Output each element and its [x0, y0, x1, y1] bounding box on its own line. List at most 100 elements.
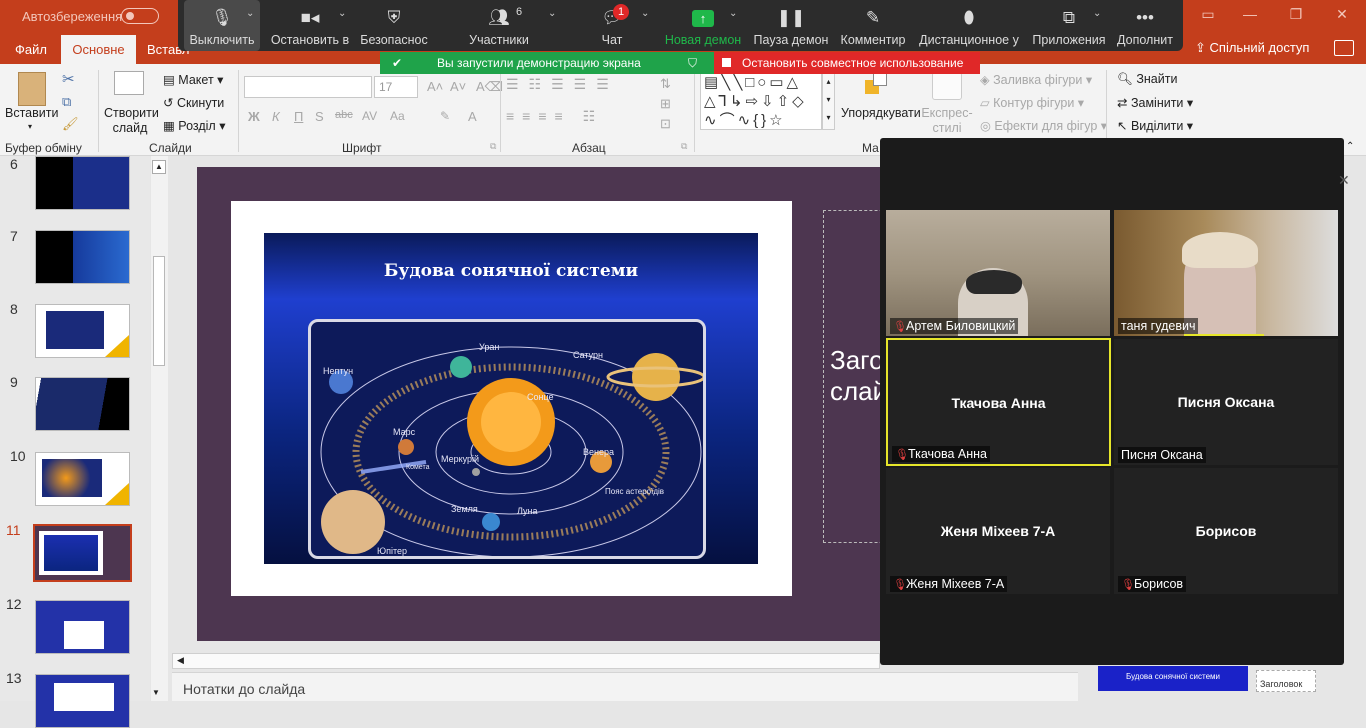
list-buttons-row[interactable]: ☰☷☰☰☰ [506, 76, 619, 93]
maximize-icon[interactable]: ❐ [1284, 6, 1308, 26]
chevron-up-icon[interactable]: ⌄ [338, 8, 346, 19]
mute-label: Выключить [189, 33, 255, 47]
video-tile[interactable]: таня гудевич [1114, 210, 1338, 336]
shapes-gallery[interactable]: ▤╲╲□○▭△ △⅂↳⇨⇩⇧◇ ∿⌒∿{}☆ [700, 72, 822, 130]
mic-off-icon: 🎙︎ [893, 321, 907, 333]
slide-thumbnail[interactable] [35, 304, 130, 358]
cut-icon[interactable]: ✂ [62, 70, 75, 88]
stop-share-label: Остановить совместное использование [742, 56, 964, 70]
thumbnail-scrollbar[interactable]: ▲ ▼ [151, 156, 168, 701]
pin-icon[interactable]: ✔ [392, 52, 402, 74]
video-tile[interactable]: Борисов 🎙︎Борисов [1114, 468, 1338, 594]
chevron-up-icon[interactable]: ⌄ [548, 8, 556, 19]
clear-format-icon[interactable]: A⌫ [476, 79, 503, 95]
section-button[interactable]: ▦ Розділ ▾ [163, 118, 225, 133]
shape-outline-button[interactable]: ▱ Контур фігури ▾ [980, 95, 1084, 110]
quick-styles-button[interactable]: Експрес-стилі [921, 106, 973, 136]
italic-icon[interactable]: К [272, 109, 280, 124]
text-direction-icon[interactable]: ⇅ [660, 76, 671, 92]
fill-label: Заливка фігури [993, 73, 1083, 87]
participant-name: Ткачова Анна [908, 447, 987, 461]
video-tile-active[interactable]: Ткачова Анна 🎙︎Ткачова Анна [886, 338, 1111, 466]
slide-thumbnail[interactable] [35, 377, 130, 431]
slide-number: 12 [6, 596, 22, 612]
design-preview-placeholder[interactable]: Заголовок [1256, 670, 1316, 692]
security-button[interactable]: ⛨ Безопаснос [358, 0, 430, 51]
pause-label: Пауза демон [753, 33, 829, 47]
layout-button[interactable]: ▤ Макет ▾ [163, 72, 223, 87]
solar-system-image[interactable]: Будова сонячної системи Уран Нептун Сату… [264, 233, 758, 564]
shape-effects-button[interactable]: ◎ Ефекти для фігур ▾ [980, 118, 1107, 133]
copy-icon[interactable]: ⧉ [62, 94, 71, 110]
arrange-button[interactable]: Упорядкувати [841, 106, 921, 120]
video-tile[interactable]: 🎙︎Артем Биловицкий [886, 210, 1110, 336]
dialog-launcher-icon[interactable]: ⧉ [681, 141, 687, 152]
shrink-font-icon[interactable]: A˅ [450, 79, 466, 94]
chevron-up-icon[interactable]: ⌄ [641, 8, 649, 19]
horizontal-scrollbar[interactable]: ◀ [172, 653, 880, 669]
new-slide-button[interactable]: Створити слайд [104, 106, 159, 136]
shield-icon: ⛨ [387, 8, 401, 27]
tab-home[interactable]: Основне [61, 35, 136, 64]
slide-thumbnail[interactable] [35, 600, 130, 654]
dialog-launcher-icon[interactable]: ⧉ [490, 141, 496, 152]
grow-font-icon[interactable]: A˄ [427, 79, 443, 94]
tab-file[interactable]: Файл [15, 42, 47, 57]
more-button[interactable]: ••• Дополнит [1112, 0, 1178, 51]
autosave-label: Автозбереження [22, 9, 123, 24]
close-pane-icon[interactable]: ✕ [1338, 172, 1350, 189]
comments-icon[interactable] [1334, 40, 1354, 56]
slide-thumbnail[interactable] [35, 674, 130, 728]
autosave-toggle[interactable] [121, 8, 159, 24]
annotate-button[interactable]: ✎ Комментир [838, 0, 908, 51]
chevron-up-icon[interactable]: ⌄ [246, 8, 254, 19]
reset-button[interactable]: ↺ Скинути [163, 95, 224, 110]
planet-label: Нептун [323, 366, 354, 376]
strike-icon[interactable]: abc [335, 109, 353, 121]
select-button[interactable]: ↖ Виділити ▾ [1117, 118, 1193, 133]
pause-share-button[interactable]: ❚❚ Пауза демон [752, 0, 830, 51]
slide-thumbnail[interactable] [35, 156, 130, 210]
shadow-icon[interactable]: S [315, 109, 324, 124]
mouse-icon: ⬮ [963, 8, 975, 27]
remote-control-button[interactable]: ⬮ Дистанционное у [916, 0, 1022, 51]
collapse-ribbon-icon[interactable]: ⌃ [1346, 141, 1354, 152]
close-icon[interactable]: ✕ [1330, 6, 1354, 26]
case-icon[interactable]: Aa [390, 109, 405, 123]
chevron-down-icon[interactable]: ▾ [28, 122, 32, 131]
font-size-select[interactable]: 17 [374, 76, 418, 98]
slide-thumbnail[interactable] [35, 452, 130, 506]
video-tile[interactable]: Писня Оксана Писня Оксана [1114, 339, 1338, 465]
slide-number: 10 [10, 448, 26, 464]
ribbon-display-icon[interactable]: ▭ [1196, 6, 1220, 26]
align-text-icon[interactable]: ⊞ [660, 96, 671, 112]
shape-fill-button[interactable]: ◈ Заливка фігури ▾ [980, 72, 1092, 87]
slide-thumbnail-selected[interactable] [33, 524, 132, 582]
font-family-select[interactable] [244, 76, 372, 98]
notes-pane[interactable]: Нотатки до слайда [172, 672, 1078, 701]
highlight-icon[interactable]: ✎ [440, 109, 450, 123]
replace-button[interactable]: ⇄ Замінити ▾ [1117, 95, 1193, 110]
share-button[interactable]: ⇪ Спільний доступ [1195, 40, 1309, 56]
align-buttons-row[interactable]: ≡≡≡≡ ☷ [506, 108, 603, 125]
pause-icon: ❚❚ [776, 8, 806, 27]
font-color-icon[interactable]: A [468, 109, 477, 124]
bold-icon[interactable]: Ж [248, 109, 260, 124]
chevron-up-icon[interactable]: ⌄ [1093, 8, 1101, 19]
underline-icon[interactable]: П [294, 109, 303, 124]
smartart-icon[interactable]: ⊡ [660, 116, 671, 132]
video-tile[interactable]: Женя Міхеев 7-А 🎙︎Женя Міхеев 7-А [886, 468, 1110, 594]
slide-thumbnail[interactable] [35, 230, 130, 284]
gallery-scroll[interactable]: ▴ ▾ ▾ [822, 72, 835, 130]
stop-share-button[interactable]: Остановить совместное использование [714, 52, 980, 74]
apps-label: Приложения [1032, 33, 1106, 47]
paste-button[interactable]: Вставити [5, 106, 58, 120]
chevron-up-icon[interactable]: ⌄ [729, 8, 737, 19]
replace-icon: ⇄ [1117, 96, 1131, 110]
planet-label: Земля [451, 504, 478, 514]
minimize-icon[interactable]: — [1238, 6, 1262, 26]
find-button[interactable]: 🔍︎ Знайти [1117, 72, 1177, 87]
spacing-icon[interactable]: AV [362, 109, 377, 123]
design-preview[interactable]: Будова сонячної системи [1098, 666, 1248, 691]
format-painter-icon[interactable]: 🖌 [62, 116, 79, 132]
